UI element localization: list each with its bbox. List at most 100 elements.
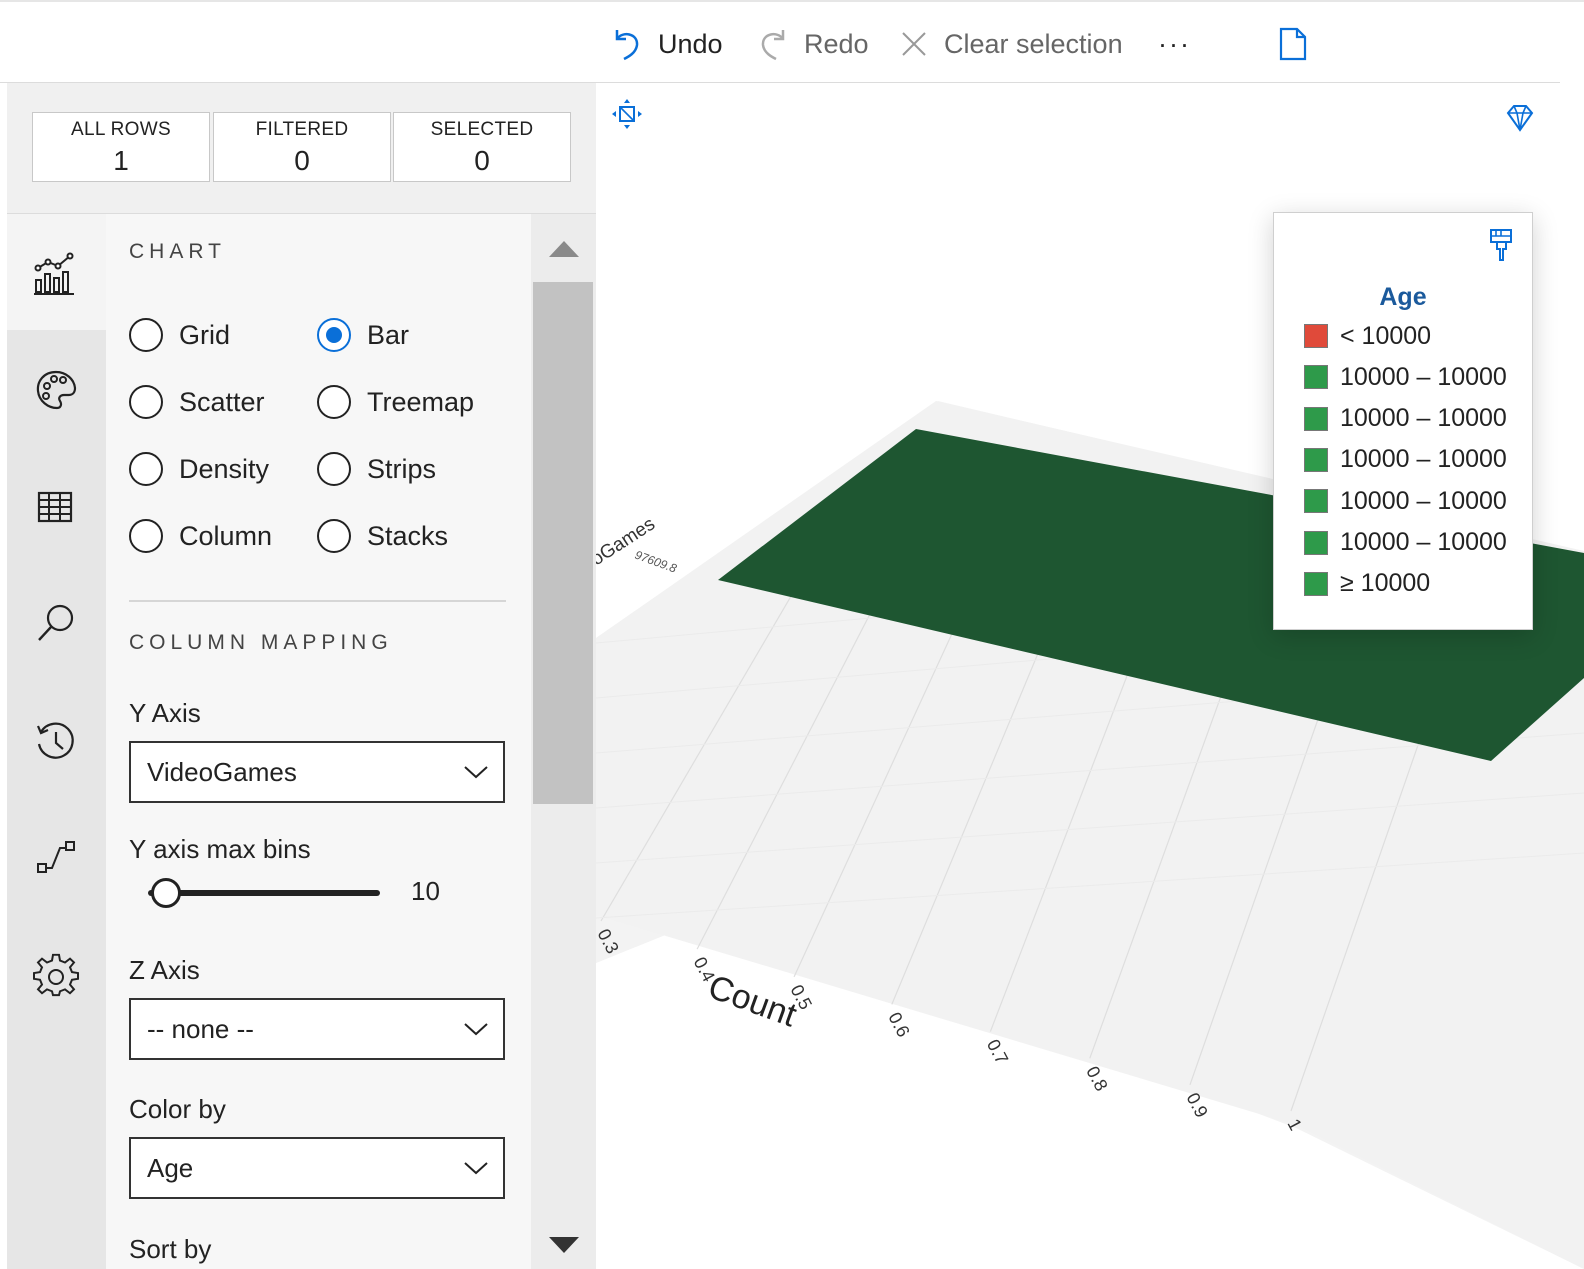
settings-panel: CHART Grid Bar Scatter Treemap Density S… [106,214,531,1269]
scrollbar-thumb[interactable] [533,282,593,804]
y-axis-label: Y Axis [129,698,201,728]
radio-circle [129,318,163,352]
y-bins-slider-track[interactable] [148,890,380,896]
redo-button[interactable]: Redo [758,24,869,64]
table-icon[interactable] [32,484,80,532]
color-by-dropdown[interactable]: Age [129,1137,505,1199]
panel-scrollbar[interactable] [531,214,596,1269]
legend-swatch [1304,571,1328,596]
count-all-rows[interactable]: ALL ROWS 1 [32,112,210,182]
radio-density[interactable]: Density [129,449,269,489]
row-counts: ALL ROWS 1 FILTERED 0 SELECTED 0 [7,83,596,214]
color-by-value: Age [147,1153,194,1183]
radio-strips[interactable]: Strips [317,449,436,489]
y-bins-slider-thumb[interactable] [151,878,181,908]
transition-icon[interactable] [32,834,80,882]
reset-view-icon[interactable] [610,97,644,131]
left-pane: ALL ROWS 1 FILTERED 0 SELECTED 0 CHART G… [7,83,596,1269]
legend-label: 10000 – 10000 [1340,404,1507,433]
color-by-label: Color by [129,1094,226,1124]
more-button[interactable]: ··· [1158,24,1191,64]
scroll-down-icon[interactable] [547,1234,581,1256]
legend-item[interactable]: 10000 – 10000 [1304,362,1507,392]
radio-label: Bar [367,319,410,350]
radio-scatter[interactable]: Scatter [129,382,265,422]
radio-label: Treemap [367,386,475,417]
legend-label: 10000 – 10000 [1340,528,1507,556]
count-value: 0 [294,145,310,176]
chevron-down-icon [464,1023,488,1036]
more-label: ··· [1158,28,1191,59]
legend-item[interactable]: 10000 – 10000 [1304,445,1507,475]
radio-label: Scatter [179,386,265,417]
legend-swatch [1304,324,1328,348]
radio-stacks[interactable]: Stacks [317,516,448,556]
count-value: 1 [113,145,129,176]
radio-treemap[interactable]: Treemap [317,382,474,422]
legend-swatch [1304,406,1328,431]
count-label: SELECTED [430,119,534,140]
chevron-down-icon [464,1162,488,1175]
legend-item[interactable]: 10000 – 10000 [1304,404,1507,434]
legend-item[interactable]: 10000 – 10000 [1304,486,1507,516]
radio-label: Grid [179,319,231,350]
undo-button[interactable]: Undo [612,24,723,64]
legend-label: 10000 – 10000 [1340,445,1507,474]
close-icon [902,32,926,56]
radio-circle [317,519,351,553]
radio-circle-selected [317,318,351,352]
radio-circle [317,452,351,486]
count-label: FILTERED [255,119,349,140]
redo-icon [761,30,785,61]
count-selected[interactable]: SELECTED 0 [393,112,571,182]
z-axis-label: Z Axis [129,955,200,985]
legend-item[interactable]: ≥ 10000 [1304,569,1430,599]
legend-title: Age [1379,283,1427,311]
chart-section-title: CHART [129,240,226,263]
y-tick-label: 97609.8 [633,548,679,576]
section-divider [129,600,506,602]
legend-swatch [1304,365,1328,390]
chevron-down-icon [464,766,488,779]
count-value: 0 [474,145,490,176]
document-icon [1279,27,1307,61]
legend-label: 10000 – 10000 [1340,486,1507,515]
document-button[interactable] [1279,24,1323,64]
radio-circle [129,519,163,553]
count-label: ALL ROWS [71,119,171,140]
sidebar-icons [7,214,106,1269]
radio-grid[interactable]: Grid [129,315,230,355]
radio-label: Column [179,520,273,551]
z-axis-value: -- none -- [147,1014,254,1044]
radio-circle [129,385,163,419]
scroll-up-icon[interactable] [547,238,581,260]
palette-icon[interactable] [32,366,80,414]
y-bins-label: Y axis max bins [129,834,311,864]
undo-label: Undo [658,28,723,59]
toolbar: Undo Redo Clear selection ··· [0,2,1560,83]
radio-circle [317,385,351,419]
redo-label: Redo [804,28,869,59]
legend-swatch [1304,447,1328,472]
diamond-icon[interactable] [1504,103,1536,133]
legend-item[interactable]: 10000 – 10000 [1304,528,1507,558]
count-filtered[interactable]: FILTERED 0 [213,112,391,182]
radio-label: Strips [367,453,437,484]
legend-label: ≥ 10000 [1340,569,1431,598]
sort-by-label: Sort by [129,1234,212,1264]
y-axis-dropdown[interactable]: VideoGames [129,741,505,803]
column-mapping-title: COLUMN MAPPING [129,631,393,654]
clear-selection-label: Clear selection [944,28,1123,59]
z-axis-dropdown[interactable]: -- none -- [129,998,505,1060]
history-icon[interactable] [32,718,80,766]
chart-icon[interactable] [32,250,80,298]
radio-bar[interactable]: Bar [317,315,409,355]
paintbrush-icon[interactable] [1488,227,1514,263]
clear-selection-button[interactable]: Clear selection [900,24,1123,64]
undo-icon [615,30,639,61]
radio-column[interactable]: Column [129,516,272,556]
gear-icon[interactable] [32,952,80,1000]
legend-swatch [1304,530,1328,555]
legend-item[interactable]: < 10000 [1304,321,1431,351]
search-icon[interactable] [32,600,80,648]
